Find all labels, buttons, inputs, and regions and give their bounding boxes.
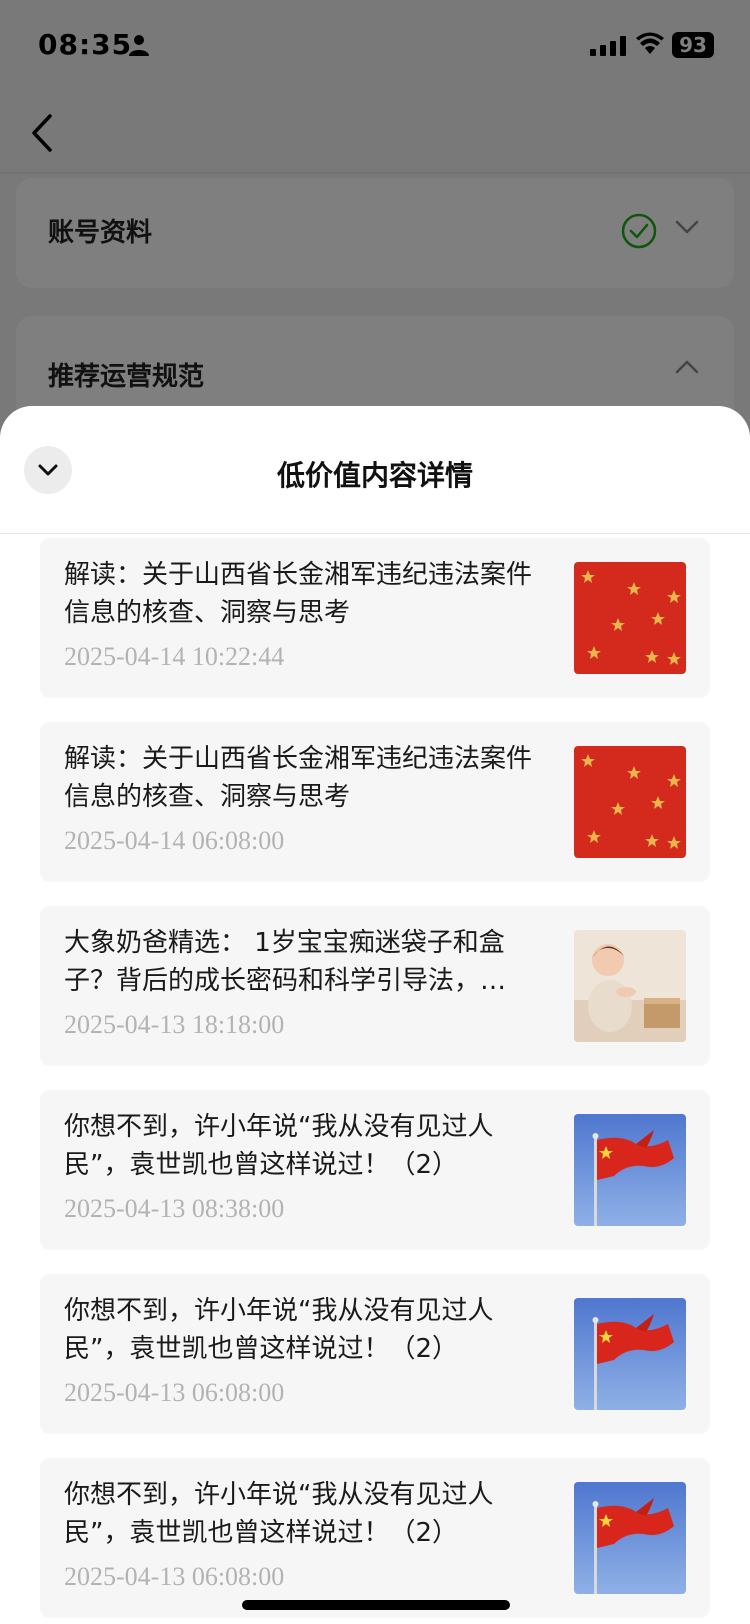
content-list: 解读：关于山西省长金湘军违纪违法案件信息的核查、洞察与思考 2025-04-14… [40, 538, 710, 1624]
flag-image [574, 1482, 686, 1594]
sheet-title: 低价值内容详情 [276, 459, 473, 492]
list-item[interactable]: 解读：关于山西省长金湘军违纪违法案件信息的核查、洞察与思考 2025-04-14… [40, 722, 710, 882]
item-time: 2025-04-14 10:22:44 [64, 642, 285, 671]
red-stars-image [574, 746, 686, 858]
flag-image [574, 1114, 686, 1226]
home-indicator [242, 1600, 510, 1610]
low-value-content-sheet: 低价值内容详情 解读：关于山西省长金湘军违纪违法案件信息的核查、洞察与思考 20… [0, 406, 750, 1624]
sheet-header: 低价值内容详情 [0, 406, 750, 534]
baby-photo-image [574, 930, 686, 1042]
item-title: 解读：关于山西省长金湘军违纪违法案件信息的核查、洞察与思考 [64, 560, 533, 628]
list-item[interactable]: 你想不到，许小年说“我从没有见过人民”，袁世凯也曾这样说过！（2） 2025-0… [40, 1274, 710, 1434]
list-item[interactable]: 你想不到，许小年说“我从没有见过人民”，袁世凯也曾这样说过！（2） 2025-0… [40, 1458, 710, 1618]
item-title: 大象奶爸精选： 1岁宝宝痴迷袋子和盒子？背后的成长密码和科学引导法，… [64, 928, 507, 996]
item-title: 你想不到，许小年说“我从没有见过人民”，袁世凯也曾这样说过！（2） [64, 1296, 494, 1364]
item-title: 你想不到，许小年说“我从没有见过人民”，袁世凯也曾这样说过！（2） [64, 1112, 494, 1180]
item-time: 2025-04-13 18:18:00 [64, 1010, 285, 1039]
item-time: 2025-04-13 06:08:00 [64, 1562, 285, 1591]
list-item[interactable]: 大象奶爸精选： 1岁宝宝痴迷袋子和盒子？背后的成长密码和科学引导法，… 2025… [40, 906, 710, 1066]
list-item[interactable]: 你想不到，许小年说“我从没有见过人民”，袁世凯也曾这样说过！（2） 2025-0… [40, 1090, 710, 1250]
item-time: 2025-04-13 08:38:00 [64, 1194, 285, 1223]
flag-image [574, 1298, 686, 1410]
item-title: 解读：关于山西省长金湘军违纪违法案件信息的核查、洞察与思考 [64, 744, 533, 812]
red-stars-image [574, 562, 686, 674]
item-title: 你想不到，许小年说“我从没有见过人民”，袁世凯也曾这样说过！（2） [64, 1480, 494, 1548]
item-time: 2025-04-13 06:08:00 [64, 1378, 285, 1407]
item-time: 2025-04-14 06:08:00 [64, 826, 285, 855]
list-item[interactable]: 解读：关于山西省长金湘军违纪违法案件信息的核查、洞察与思考 2025-04-14… [40, 538, 710, 698]
